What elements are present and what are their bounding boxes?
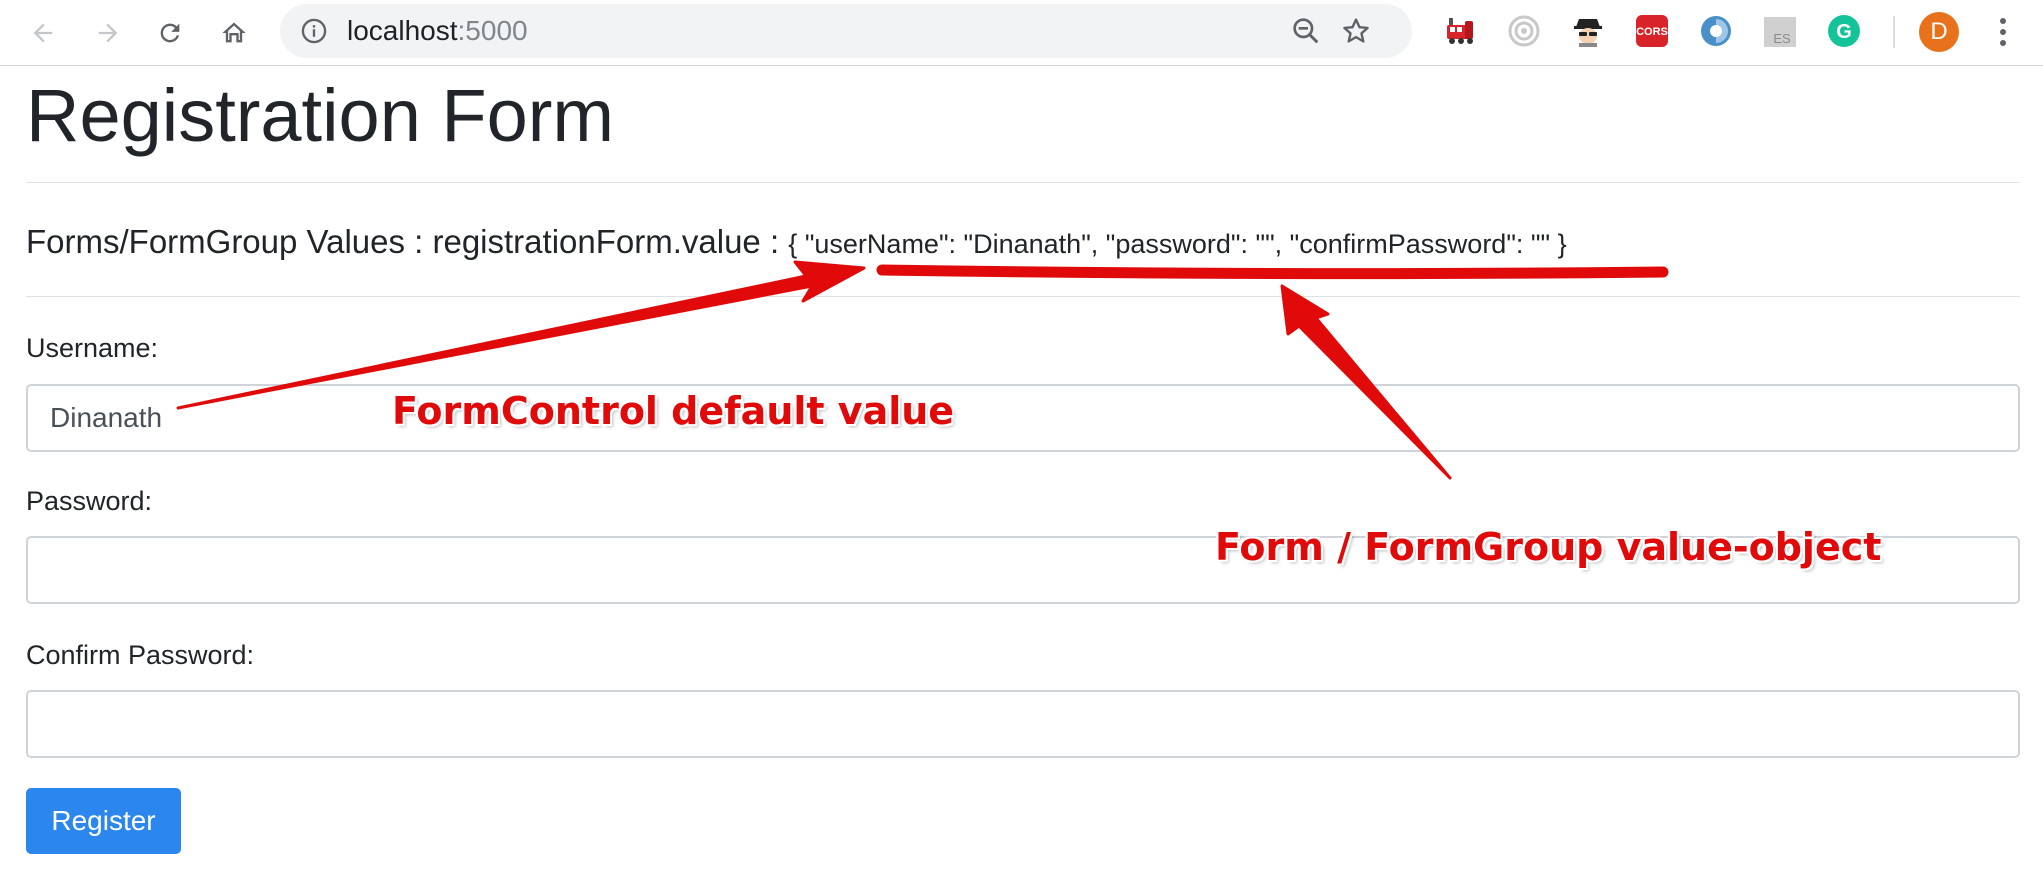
default-value-annotation: FormControl default value <box>392 389 955 433</box>
bookmark-star-icon[interactable] <box>1340 15 1372 47</box>
form-values-json: { "userName": "Dinanath", "password": ""… <box>788 229 1567 259</box>
spy-extension-icon[interactable] <box>1570 13 1606 49</box>
password-label: Password: <box>26 486 153 516</box>
zoom-out-icon[interactable] <box>1290 15 1322 47</box>
es-extension-icon[interactable]: ES <box>1762 13 1798 49</box>
home-icon <box>222 22 246 43</box>
home-button[interactable] <box>214 13 254 53</box>
divider <box>26 296 2020 297</box>
cors-extension-icon[interactable]: CORS <box>1634 13 1670 49</box>
address-bar[interactable]: localhost:5000 <box>280 4 1412 58</box>
form-values-label: Forms/FormGroup Values : registrationFor… <box>26 223 780 260</box>
username-label: Username: <box>26 333 159 363</box>
url-host: localhost <box>347 15 458 46</box>
underline-annotation <box>876 264 1669 280</box>
url-text[interactable]: localhost:5000 <box>347 17 528 45</box>
arrow-left-icon <box>33 23 53 43</box>
toolbar-separator <box>1893 16 1895 48</box>
arrow-right-icon <box>98 23 118 43</box>
confirm-password-input[interactable] <box>26 690 2020 758</box>
browser-menu-button[interactable] <box>1988 12 2018 52</box>
grammarly-extension-icon[interactable]: G <box>1826 13 1862 49</box>
grammarly-label: G <box>1836 21 1852 43</box>
cors-label: CORS <box>1636 26 1668 38</box>
profile-initial: D <box>1930 18 1948 45</box>
radar-extension-icon[interactable] <box>1506 13 1542 49</box>
shield-extension-icon[interactable] <box>1698 13 1734 49</box>
es-label: ES <box>1773 31 1791 46</box>
forward-button[interactable] <box>88 13 128 53</box>
profile-avatar[interactable]: D <box>1919 12 1959 52</box>
divider <box>26 182 2020 183</box>
info-icon[interactable] <box>300 17 328 45</box>
train-extension-icon[interactable] <box>1443 13 1479 49</box>
register-button[interactable]: Register <box>26 788 181 854</box>
page-title: Registration Form <box>26 74 615 157</box>
browser-toolbar: localhost:5000 CORS ES G D <box>0 0 2043 66</box>
reload-icon <box>160 23 180 43</box>
form-values-output: Forms/FormGroup Values : registrationFor… <box>26 222 1567 264</box>
confirm-password-label: Confirm Password: <box>26 640 255 670</box>
url-port: :5000 <box>457 15 528 46</box>
more-vert-icon <box>2000 18 2006 46</box>
reload-button[interactable] <box>150 13 190 53</box>
value-object-annotation: Form / FormGroup value-object <box>1215 525 1882 569</box>
username-input[interactable] <box>26 384 2020 452</box>
back-button[interactable] <box>23 13 63 53</box>
